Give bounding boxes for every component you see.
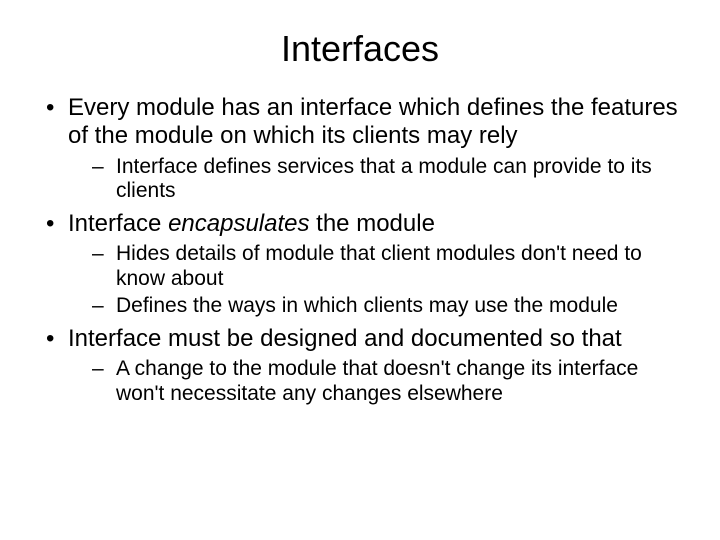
slide: Interfaces Every module has an interface… (0, 0, 720, 540)
bullet-1-sub-1: Interface defines services that a module… (68, 155, 680, 205)
bullet-3: Interface must be designed and documente… (40, 325, 680, 407)
bullet-2-sublist: Hides details of module that client modu… (68, 242, 680, 318)
bullet-3-text: Interface must be designed and documente… (68, 325, 622, 352)
bullet-2-text-b: the module (310, 210, 435, 237)
bullet-2: Interface encapsulates the module Hides … (40, 210, 680, 319)
bullet-2-em: encapsulates (168, 210, 309, 237)
slide-title: Interfaces (40, 28, 680, 70)
bullet-3-sublist: A change to the module that doesn't chan… (68, 357, 680, 407)
bullet-3-sub-1: A change to the module that doesn't chan… (68, 357, 680, 407)
bullet-2-sub-2: Defines the ways in which clients may us… (68, 294, 680, 319)
bullet-1-sublist: Interface defines services that a module… (68, 155, 680, 205)
bullet-list: Every module has an interface which defi… (40, 94, 680, 407)
bullet-1-text: Every module has an interface which defi… (68, 94, 678, 149)
bullet-2-sub-1: Hides details of module that client modu… (68, 242, 680, 292)
bullet-2-text-a: Interface (68, 210, 168, 237)
bullet-1: Every module has an interface which defi… (40, 94, 680, 204)
